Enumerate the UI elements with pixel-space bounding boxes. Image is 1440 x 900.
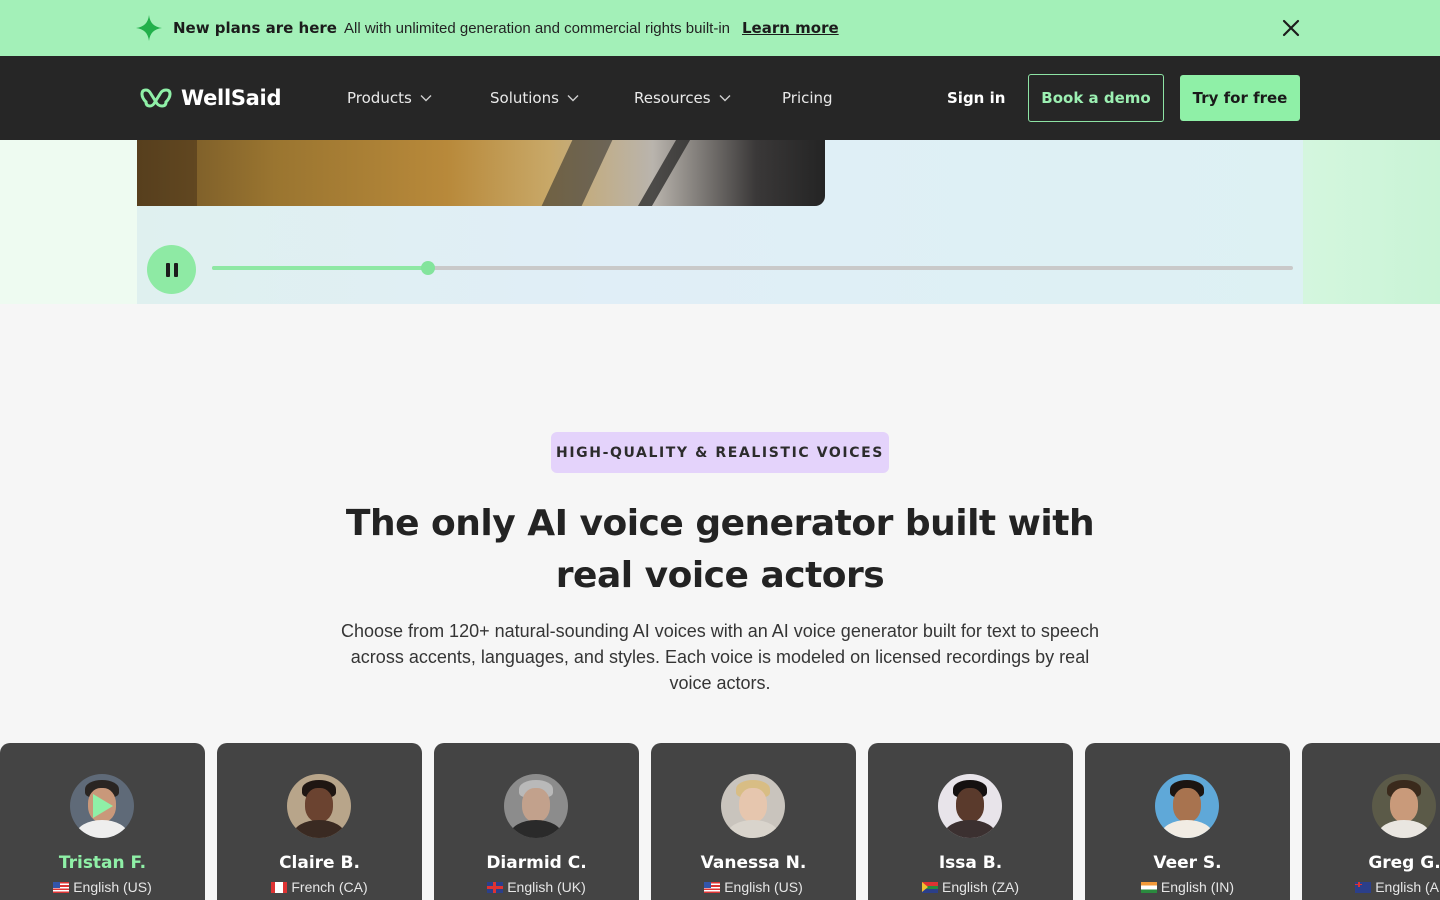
in-flag-icon xyxy=(1140,881,1157,893)
brand-logo[interactable]: WellSaid xyxy=(139,84,281,112)
voice-language-label: English (UK) xyxy=(507,879,586,895)
nav-item-products[interactable]: Products xyxy=(347,56,432,140)
voice-name: Vanessa N. xyxy=(700,853,807,873)
avatar xyxy=(1372,774,1436,838)
hero-left-background xyxy=(0,140,137,304)
playback-progress-slider[interactable] xyxy=(212,261,1293,275)
playback-progress-fill xyxy=(212,266,429,270)
avatar xyxy=(70,774,134,838)
voice-card-issa[interactable]: Issa B. English (ZA) xyxy=(868,743,1073,900)
voice-language-label: French (CA) xyxy=(291,879,368,895)
announcement-title: New plans are here xyxy=(173,19,337,37)
section-heading: The only AI voice generator built with r… xyxy=(300,498,1140,602)
close-icon[interactable] xyxy=(1279,16,1303,40)
avatar xyxy=(287,774,351,838)
za-flag-icon xyxy=(921,881,938,893)
section-badge: HIGH-QUALITY & REALISTIC VOICES xyxy=(551,432,889,473)
heading-line: real voice actors xyxy=(555,555,885,596)
chevron-down-icon xyxy=(719,95,731,102)
nav-item-label: Pricing xyxy=(782,89,833,107)
nav-item-solutions[interactable]: Solutions xyxy=(490,56,579,140)
video-shading xyxy=(541,140,613,206)
nav-item-label: Solutions xyxy=(490,89,559,107)
au-flag-icon xyxy=(1355,881,1372,893)
heading-line: The only AI voice generator built with xyxy=(345,503,1095,544)
voice-language-label: English (IN) xyxy=(1160,879,1235,895)
video-frame[interactable] xyxy=(137,140,825,206)
section-description: Choose from 120+ natural-sounding AI voi… xyxy=(341,621,1099,693)
pause-icon xyxy=(165,262,170,277)
book-demo-button[interactable]: Book a demo xyxy=(1028,74,1164,122)
hero-media-area xyxy=(0,140,1440,304)
sign-in-link[interactable]: Sign in xyxy=(947,56,1005,140)
voice-name: Tristan F. xyxy=(58,853,147,873)
announcement-text: All with unlimited generation and commer… xyxy=(343,19,730,37)
main-navigation: WellSaid Products Solutions Resources Pr… xyxy=(0,56,1440,140)
sparkle-icon xyxy=(136,15,162,41)
voice-language: English (ZA) xyxy=(868,878,1073,896)
play-icon[interactable] xyxy=(93,794,113,818)
try-free-button[interactable]: Try for free xyxy=(1180,75,1300,121)
avatar xyxy=(721,774,785,838)
pause-icon xyxy=(173,262,178,277)
voice-card-tristan[interactable]: Tristan F. English (US) xyxy=(0,743,205,900)
voice-language: English (IN) xyxy=(1085,878,1290,896)
us-flag-icon xyxy=(704,881,721,893)
pause-button[interactable] xyxy=(147,245,196,294)
us-flag-icon xyxy=(53,881,70,893)
nav-item-pricing[interactable]: Pricing xyxy=(782,56,833,140)
voice-name: Claire B. xyxy=(279,853,360,873)
video-shading xyxy=(137,140,197,206)
voice-language: English (AU) xyxy=(1302,878,1440,896)
voice-name: Veer S. xyxy=(1153,853,1222,873)
voice-card-diarmid[interactable]: Diarmid C. English (UK) xyxy=(434,743,639,900)
voice-language-label: English (AU) xyxy=(1375,879,1440,895)
voice-language: English (UK) xyxy=(434,878,639,896)
voice-card-vanessa[interactable]: Vanessa N. English (US) xyxy=(651,743,856,900)
nav-item-resources[interactable]: Resources xyxy=(634,56,731,140)
learn-more-link[interactable]: Learn more xyxy=(742,19,839,37)
brand-name: WellSaid xyxy=(181,86,282,110)
announcement-bar: New plans are here All with unlimited ge… xyxy=(0,0,1440,56)
voice-name: Greg G. xyxy=(1368,853,1440,873)
voice-card-veer[interactable]: Veer S. English (IN) xyxy=(1085,743,1290,900)
voice-language: English (US) xyxy=(0,878,205,896)
wellsaid-logo-icon xyxy=(140,88,172,108)
avatar xyxy=(1155,774,1219,838)
voice-name: Issa B. xyxy=(938,853,1003,873)
nav-item-label: Resources xyxy=(634,89,711,107)
hero-right-background xyxy=(1303,140,1440,304)
uk-flag-icon xyxy=(487,881,504,893)
chevron-down-icon xyxy=(420,95,432,102)
voice-card-claire[interactable]: Claire B. French (CA) xyxy=(217,743,422,900)
voice-language: English (US) xyxy=(651,878,856,896)
avatar xyxy=(938,774,1002,838)
voice-language-label: English (US) xyxy=(724,879,803,895)
voice-language-label: English (ZA) xyxy=(941,879,1020,895)
voice-card-greg[interactable]: Greg G. English (AU) xyxy=(1302,743,1440,900)
voice-language-label: English (US) xyxy=(73,879,152,895)
avatar xyxy=(504,774,568,838)
nav-item-label: Products xyxy=(347,89,412,107)
ca-flag-icon xyxy=(271,881,288,893)
voice-language: French (CA) xyxy=(217,878,422,896)
video-shading xyxy=(637,140,691,206)
voice-name: Diarmid C. xyxy=(486,853,587,873)
chevron-down-icon xyxy=(567,95,579,102)
